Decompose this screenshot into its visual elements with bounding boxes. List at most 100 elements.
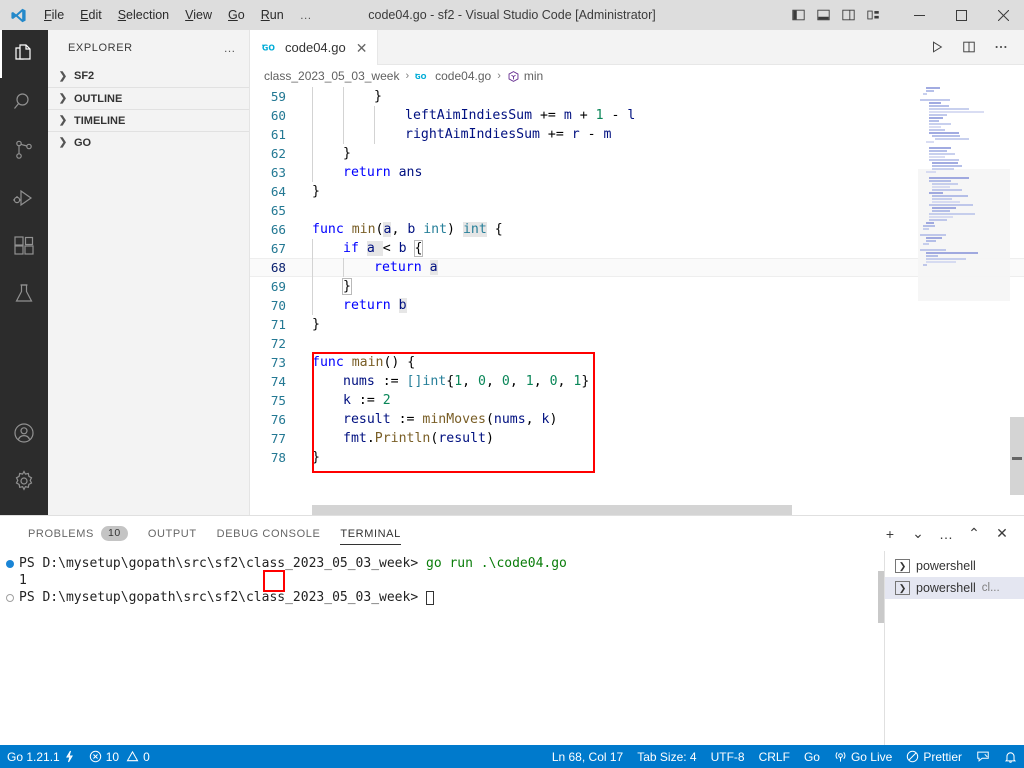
code-line-72[interactable]: 72 bbox=[250, 334, 1024, 353]
more-actions-icon[interactable] bbox=[990, 36, 1012, 58]
line-number: 66 bbox=[270, 222, 286, 237]
status-eol[interactable]: CRLF bbox=[752, 750, 797, 764]
minimize-button[interactable] bbox=[898, 0, 940, 30]
code-line-60[interactable]: 60 leftAimIndiesSum += m + 1 - l bbox=[250, 106, 1024, 125]
new-terminal-icon[interactable]: + bbox=[882, 526, 898, 542]
code-line-75[interactable]: 75 k := 2 bbox=[250, 391, 1024, 410]
code-line-71[interactable]: 71} bbox=[250, 315, 1024, 334]
code-line-66[interactable]: 66 func min(a, b int) int { bbox=[250, 220, 1024, 239]
explorer-icon[interactable] bbox=[0, 30, 48, 78]
status-feedback[interactable] bbox=[969, 750, 997, 763]
status-prettier[interactable]: Prettier bbox=[899, 750, 969, 764]
toggle-secondary-sidebar-icon[interactable] bbox=[837, 4, 859, 26]
status-bar-right[interactable]: Ln 68, Col 17 Tab Size: 4 UTF-8 CRLF Go Go Li… bbox=[545, 750, 1024, 764]
menu-edit[interactable]: Edit bbox=[72, 3, 110, 27]
horizontal-scroll-thumb[interactable] bbox=[312, 505, 792, 515]
close-button[interactable] bbox=[982, 0, 1024, 30]
maximize-panel-icon[interactable]: ⌃ bbox=[966, 525, 982, 542]
tab-code04-go[interactable]: GO code04.go ✕ bbox=[250, 30, 379, 65]
terminal-list-item-1[interactable]: ❯ powershell cl... bbox=[885, 577, 1024, 599]
code-line-74[interactable]: 74 nums := []int{1, 0, 0, 1, 0, 1} bbox=[250, 372, 1024, 391]
sidebar-section-timeline[interactable]: ❯ TIMELINE bbox=[48, 109, 249, 131]
code-line-64[interactable]: 64} bbox=[250, 182, 1024, 201]
status-go-version[interactable]: Go 1.21.1 bbox=[0, 745, 82, 768]
editor-horizontal-scrollbar[interactable] bbox=[312, 505, 904, 515]
code-line-70[interactable]: 70 return b bbox=[250, 296, 1024, 315]
panel-tabs[interactable]: PROBLEMS 10 OUTPUT DEBUG CONSOLE TERMINAL bbox=[18, 516, 411, 551]
code-line-61[interactable]: 61 rightAimIndiesSum += r - m bbox=[250, 125, 1024, 144]
status-go-live[interactable]: Go Live bbox=[827, 750, 899, 764]
search-icon[interactable] bbox=[0, 78, 48, 126]
panel-tab-output[interactable]: OUTPUT bbox=[138, 516, 207, 551]
panel-tab-problems[interactable]: PROBLEMS 10 bbox=[18, 516, 138, 551]
terminal-view[interactable]: PS D:\mysetup\gopath\src\sf2\class_2023_… bbox=[0, 551, 884, 745]
code-editor[interactable]: 59 } 60 leftAimIndiesSum += m + 1 - l 61 r… bbox=[250, 87, 1024, 515]
code-line-59[interactable]: 59 } bbox=[250, 87, 1024, 106]
code-text: } bbox=[302, 182, 320, 201]
panel-more-icon[interactable]: … bbox=[938, 526, 954, 542]
menu-overflow-button[interactable]: … bbox=[292, 4, 321, 26]
menu-go[interactable]: Go bbox=[220, 3, 253, 27]
terminal-instance-list[interactable]: ❯ powershell ❯ powershell cl... bbox=[884, 551, 1024, 745]
breadcrumb-item-1[interactable]: GO code04.go bbox=[415, 69, 491, 83]
code-line-62[interactable]: 62 } bbox=[250, 144, 1024, 163]
customize-layout-icon[interactable] bbox=[862, 4, 884, 26]
panel-tab-terminal[interactable]: TERMINAL bbox=[330, 516, 410, 551]
run-debug-icon[interactable] bbox=[0, 174, 48, 222]
code-line-63[interactable]: 63 return ans bbox=[250, 163, 1024, 182]
editor-vertical-scrollbar[interactable] bbox=[1010, 87, 1024, 515]
maximize-button[interactable] bbox=[940, 0, 982, 30]
settings-gear-icon[interactable] bbox=[0, 457, 48, 505]
status-cursor-position[interactable]: Ln 68, Col 17 bbox=[545, 750, 630, 764]
status-encoding[interactable]: UTF-8 bbox=[704, 750, 752, 764]
testing-icon[interactable] bbox=[0, 270, 48, 318]
sidebar-section-outline[interactable]: ❯ OUTLINE bbox=[48, 87, 249, 109]
status-problems[interactable]: 10 0 bbox=[82, 745, 157, 768]
menu-bar[interactable]: File Edit Selection View Go Run bbox=[36, 3, 292, 27]
toggle-panel-icon[interactable] bbox=[812, 4, 834, 26]
line-number: 74 bbox=[270, 374, 286, 389]
status-language-mode[interactable]: Go bbox=[797, 750, 827, 764]
menu-file[interactable]: File bbox=[36, 3, 72, 27]
code-text: fmt.Println(result) bbox=[302, 429, 494, 448]
status-notifications[interactable] bbox=[997, 750, 1024, 764]
tab-close-icon[interactable]: ✕ bbox=[356, 41, 368, 55]
menu-selection[interactable]: Selection bbox=[110, 3, 177, 27]
code-line-77[interactable]: 77 fmt.Println(result) bbox=[250, 429, 1024, 448]
layout-controls[interactable] bbox=[787, 4, 884, 26]
minimap-line bbox=[918, 156, 1010, 158]
sidebar-section-sf2[interactable]: ❯ SF2 bbox=[48, 65, 249, 87]
accounts-icon[interactable] bbox=[0, 409, 48, 457]
minimap[interactable] bbox=[918, 87, 1010, 515]
close-panel-icon[interactable]: ✕ bbox=[994, 525, 1010, 542]
breadcrumb-item-0[interactable]: class_2023_05_03_week bbox=[264, 69, 399, 83]
run-icon[interactable] bbox=[926, 36, 948, 58]
breadcrumb[interactable]: class_2023_05_03_week › GO code04.go › min bbox=[250, 65, 1024, 87]
sidebar-more-icon[interactable]: … bbox=[224, 41, 238, 55]
code-line-67[interactable]: 67 if a < b { bbox=[250, 239, 1024, 258]
source-control-icon[interactable] bbox=[0, 126, 48, 174]
code-line-68[interactable]: 68 return a bbox=[250, 258, 1024, 277]
minimap-line bbox=[918, 120, 1010, 122]
panel-tab-debug-console[interactable]: DEBUG CONSOLE bbox=[207, 516, 331, 551]
code-line-65[interactable]: 65 bbox=[250, 201, 1024, 220]
vertical-scroll-thumb[interactable] bbox=[1010, 417, 1024, 495]
terminal-list-item-0[interactable]: ❯ powershell bbox=[885, 555, 1024, 577]
terminal-dropdown-icon[interactable]: ⌄ bbox=[910, 525, 926, 542]
breadcrumb-item-2[interactable]: min bbox=[507, 69, 543, 83]
panel-actions[interactable]: + ⌄ … ⌃ ✕ bbox=[882, 525, 1024, 542]
terminal-scrollbar[interactable] bbox=[878, 571, 884, 623]
status-tab-size[interactable]: Tab Size: 4 bbox=[630, 750, 703, 764]
menu-run[interactable]: Run bbox=[253, 3, 292, 27]
toggle-primary-sidebar-icon[interactable] bbox=[787, 4, 809, 26]
sidebar-section-go[interactable]: ❯ GO bbox=[48, 131, 249, 153]
code-line-76[interactable]: 76 result := minMoves(nums, k) bbox=[250, 410, 1024, 429]
code-line-69[interactable]: 69 } bbox=[250, 277, 1024, 296]
menu-view[interactable]: View bbox=[177, 3, 220, 27]
code-lines[interactable]: 59 } 60 leftAimIndiesSum += m + 1 - l 61 r… bbox=[250, 87, 1024, 515]
code-line-78[interactable]: 78} bbox=[250, 448, 1024, 467]
split-editor-icon[interactable] bbox=[958, 36, 980, 58]
code-line-73[interactable]: 73 func main() { bbox=[250, 353, 1024, 372]
extensions-icon[interactable] bbox=[0, 222, 48, 270]
minimap-line bbox=[918, 93, 1010, 95]
